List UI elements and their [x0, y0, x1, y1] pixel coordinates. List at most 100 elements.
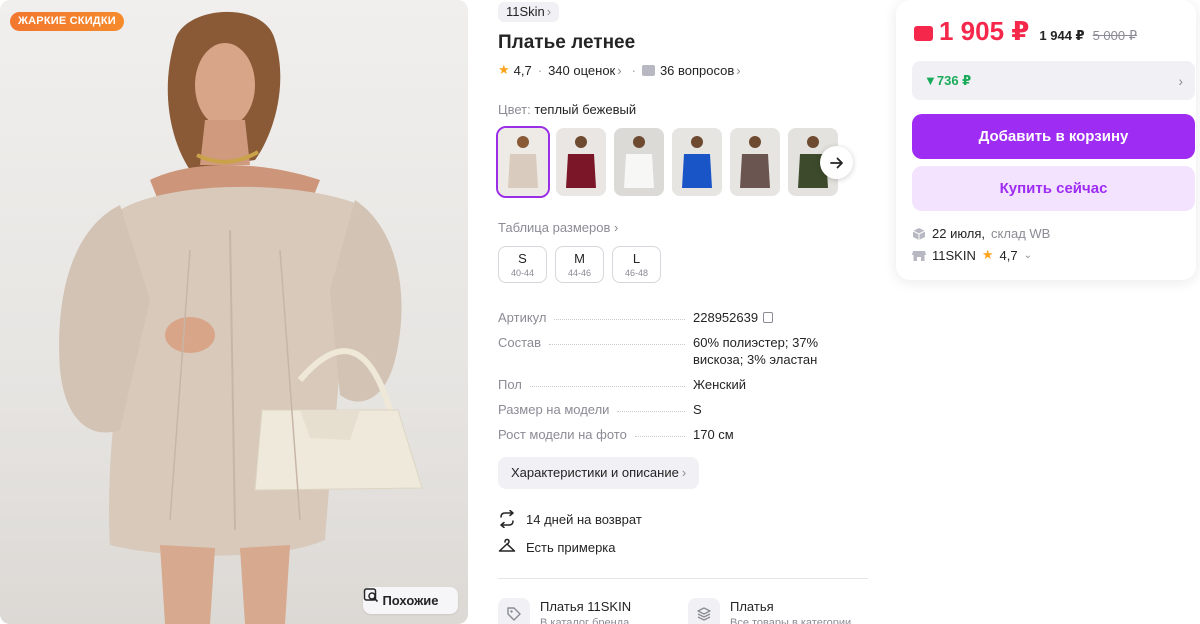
- spec-list: Артикул 228952639 Состав 60% полиэстер; …: [498, 309, 868, 451]
- swatch-next-button[interactable]: [820, 146, 853, 179]
- tag-icon: [498, 598, 530, 624]
- delivery-warehouse: склад WB: [991, 226, 1051, 241]
- seller-info[interactable]: 11SKIN ★ 4,7 ⌄: [912, 247, 1032, 263]
- rating-row: ★ 4,7 · 340 оценок › · 36 вопросов ›: [498, 62, 741, 78]
- color-swatch[interactable]: [672, 128, 722, 196]
- separator: ·: [631, 62, 636, 78]
- chevron-right-icon: ›: [546, 4, 552, 19]
- color-label: Цвет: теплый бежевый: [498, 102, 636, 117]
- spec-value: 170 см: [693, 427, 734, 442]
- spec-value: 60% полиэстер; 37% вискоза; 3% эластан: [693, 335, 819, 367]
- color-swatch[interactable]: [614, 128, 664, 196]
- similar-button[interactable]: Похожие: [363, 587, 458, 614]
- size-option[interactable]: L 46-48: [612, 246, 661, 283]
- wallet-icon: [914, 26, 933, 41]
- arrow-right-icon: [829, 157, 843, 168]
- perk-label: 14 дней на возврат: [526, 511, 642, 527]
- buy-card: 1 905 ₽ 1 944 ₽ 5 000 ₽ ▼736 ₽ › Добавит…: [896, 0, 1196, 280]
- size-table-label: Таблица размеров: [498, 220, 611, 235]
- chevron-down-icon: ⌄: [1023, 249, 1032, 261]
- spec-value: Женский: [693, 377, 746, 392]
- size-option[interactable]: M 44-46: [555, 246, 604, 283]
- color-label-key: Цвет:: [498, 102, 531, 117]
- spec-key: Состав: [498, 335, 542, 350]
- seller-name: 11SKIN: [932, 247, 976, 263]
- questions-link[interactable]: 36 вопросов: [660, 63, 734, 78]
- cashback-value: ▼736 ₽: [924, 72, 972, 88]
- brand-link[interactable]: 11Skin ›: [498, 2, 560, 22]
- similar-label: Похожие: [382, 593, 439, 608]
- color-swatch[interactable]: [496, 126, 550, 198]
- color-value: теплый бежевый: [534, 102, 637, 117]
- delivery-info: 22 июля, склад WB: [912, 226, 1050, 241]
- buy-now-button[interactable]: Купить сейчас: [912, 166, 1195, 211]
- chevron-right-icon: ›: [736, 62, 741, 78]
- sale-badge: ЖАРКИЕ СКИДКИ: [10, 12, 124, 31]
- price-row: 1 905 ₽ 1 944 ₽ 5 000 ₽: [914, 16, 1137, 47]
- price-without-wallet: 1 944 ₽: [1039, 28, 1085, 43]
- spec-key: Пол: [498, 377, 522, 392]
- star-icon: ★: [981, 247, 994, 262]
- size-table-link[interactable]: Таблица размеров ›: [498, 220, 618, 235]
- spec-value-wrap: 228952639: [693, 309, 868, 326]
- spec-row: Состав 60% полиэстер; 37% вискоза; 3% эл…: [498, 334, 868, 368]
- description-button[interactable]: Характеристики и описание ›: [498, 457, 700, 489]
- chevron-right-icon: ›: [614, 220, 619, 235]
- spec-row: Артикул 228952639: [498, 309, 868, 326]
- size-range: 40-44: [510, 268, 535, 278]
- perk-fitting: Есть примерка: [498, 538, 616, 556]
- color-swatch[interactable]: [556, 128, 606, 196]
- size-option[interactable]: S 40-44: [498, 246, 547, 283]
- category-subtitle: Все товары в категории: [730, 617, 852, 624]
- reviews-link[interactable]: 340 оценок: [548, 63, 615, 78]
- hanger-icon: [498, 538, 516, 552]
- spec-row: Размер на модели S: [498, 401, 868, 418]
- size-label: L: [632, 251, 641, 266]
- size-label: S: [518, 251, 527, 266]
- rating-value: 4,7: [513, 62, 532, 78]
- product-photo[interactable]: ЖАРКИЕ СКИДКИ Похожие: [0, 0, 468, 624]
- model-illustration: [59, 11, 423, 624]
- size-range: 44-46: [567, 268, 592, 278]
- shop-icon: [912, 250, 926, 261]
- question-icon: [641, 64, 655, 76]
- add-to-cart-button[interactable]: Добавить в корзину: [912, 114, 1195, 159]
- price-current: 1 905 ₽: [939, 16, 1030, 46]
- cashback-row[interactable]: ▼736 ₽ ›: [912, 61, 1195, 100]
- size-options: S 40-44 M 44-46 L 46-48: [498, 246, 661, 283]
- perk-return: 14 дней на возврат: [498, 510, 642, 528]
- divider: [498, 578, 868, 579]
- spec-value: S: [693, 402, 702, 417]
- brand-catalog-subtitle: В каталог бренда: [540, 617, 630, 624]
- category-link[interactable]: Платья Все товары в категории: [688, 598, 851, 624]
- chevron-right-icon: ›: [1178, 72, 1183, 89]
- star-icon: ★: [498, 62, 510, 77]
- brand-name: 11Skin: [506, 4, 545, 19]
- spec-row: Пол Женский: [498, 376, 868, 393]
- chevron-right-icon: ›: [617, 62, 622, 78]
- stack-icon: [688, 598, 720, 624]
- product-title: Платье летнее: [498, 32, 636, 53]
- separator: ·: [537, 62, 543, 78]
- box-icon: [912, 227, 926, 240]
- spec-key: Артикул: [498, 310, 547, 325]
- spec-key: Рост модели на фото: [498, 427, 627, 442]
- perk-label: Есть примерка: [526, 539, 616, 555]
- delivery-date: 22 июля,: [932, 226, 986, 241]
- size-range: 46-48: [624, 268, 649, 278]
- color-swatch[interactable]: [730, 128, 780, 196]
- seller-rating: 4,7: [999, 247, 1018, 263]
- chevron-right-icon: ›: [681, 465, 687, 480]
- brand-catalog-link[interactable]: Платья 11SKIN В каталог бренда: [498, 598, 631, 624]
- article-number: 228952639: [693, 310, 759, 325]
- color-swatches: [496, 126, 838, 198]
- price-old: 5 000 ₽: [1092, 28, 1138, 43]
- description-button-label: Характеристики и описание: [511, 465, 679, 480]
- copy-icon[interactable]: [763, 312, 774, 323]
- return-icon: [500, 510, 514, 528]
- search-image-icon: [363, 588, 379, 603]
- spec-row: Рост модели на фото 170 см: [498, 426, 868, 443]
- size-label: M: [574, 251, 585, 266]
- spec-key: Размер на модели: [498, 402, 610, 417]
- brand-catalog-title: Платья 11SKIN: [540, 599, 632, 614]
